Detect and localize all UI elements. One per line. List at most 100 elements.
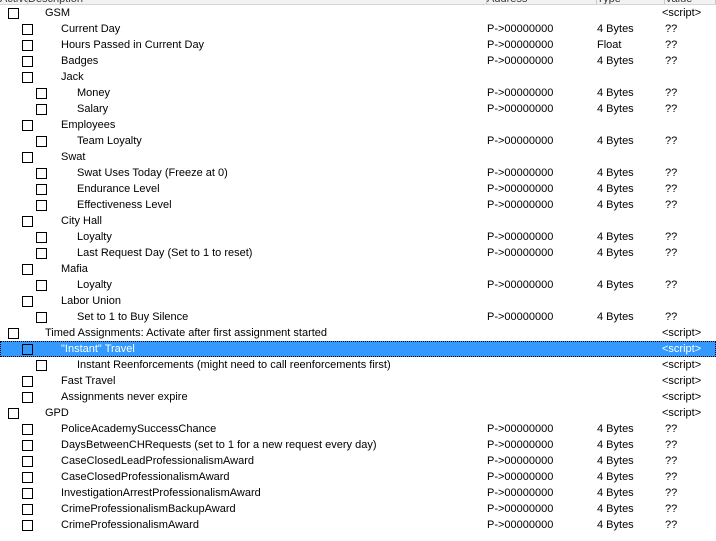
entry-address[interactable]: P->00000000	[487, 166, 553, 180]
entry-description[interactable]: Loyalty	[77, 278, 112, 292]
table-row[interactable]: Endurance Level P->00000000 4 Bytes??	[0, 181, 716, 197]
entry-description[interactable]: Timed Assignments: Activate after first …	[45, 326, 327, 340]
entry-type[interactable]: 4 Bytes	[597, 518, 634, 532]
table-row[interactable]: GSM <script>	[0, 5, 716, 21]
activate-checkbox[interactable]	[22, 216, 33, 227]
entry-value[interactable]: ??	[665, 54, 677, 68]
table-row[interactable]: Team Loyalty P->00000000 4 Bytes??	[0, 133, 716, 149]
table-row-selected[interactable]: "Instant" Travel <script>	[0, 341, 716, 357]
entry-address[interactable]: P->00000000	[487, 502, 553, 516]
table-row[interactable]: GPD <script>	[0, 405, 716, 421]
entry-description[interactable]: Jack	[61, 70, 84, 84]
entry-value[interactable]: ??	[665, 278, 677, 292]
entry-address[interactable]: P->00000000	[487, 198, 553, 212]
entry-type[interactable]: 4 Bytes	[597, 182, 634, 196]
activate-checkbox[interactable]	[8, 328, 19, 339]
activate-checkbox[interactable]	[22, 24, 33, 35]
activate-checkbox[interactable]	[36, 88, 47, 99]
table-row[interactable]: CrimeProfessionalismBackupAward P->000000…	[0, 501, 716, 517]
entry-address[interactable]: P->00000000	[487, 102, 553, 116]
activate-checkbox[interactable]	[22, 376, 33, 387]
entry-description[interactable]: GPD	[45, 406, 69, 420]
activate-checkbox[interactable]	[22, 344, 33, 355]
entry-description[interactable]: Effectiveness Level	[77, 198, 172, 212]
activate-checkbox[interactable]	[36, 136, 47, 147]
entry-address[interactable]: P->00000000	[487, 486, 553, 500]
activate-checkbox[interactable]	[36, 184, 47, 195]
entry-address[interactable]: P->00000000	[487, 182, 553, 196]
entry-address[interactable]: P->00000000	[487, 278, 553, 292]
entry-value[interactable]: ??	[665, 246, 677, 260]
entry-value[interactable]: ??	[665, 86, 677, 100]
entry-script-marker[interactable]: <script>	[662, 390, 701, 404]
table-row[interactable]: Swat	[0, 149, 716, 165]
table-row[interactable]: Loyalty P->00000000 4 Bytes??	[0, 229, 716, 245]
activate-checkbox[interactable]	[22, 72, 33, 83]
entry-address[interactable]: P->00000000	[487, 134, 553, 148]
entry-description[interactable]: Endurance Level	[77, 182, 160, 196]
entry-value[interactable]: ??	[665, 518, 677, 532]
table-row[interactable]: DaysBetweenCHRequests (set to 1 for a ne…	[0, 437, 716, 453]
entry-type[interactable]: 4 Bytes	[597, 470, 634, 484]
entry-script-marker[interactable]: <script>	[662, 406, 701, 420]
entry-type[interactable]: 4 Bytes	[597, 134, 634, 148]
entry-value[interactable]: ??	[665, 134, 677, 148]
entry-description[interactable]: Swat Uses Today (Freeze at 0)	[77, 166, 228, 180]
table-row[interactable]: Swat Uses Today (Freeze at 0) P->00000000…	[0, 165, 716, 181]
entry-description[interactable]: CaseClosedProfessionalismAward	[61, 470, 230, 484]
entry-type[interactable]: 4 Bytes	[597, 22, 634, 36]
activate-checkbox[interactable]	[22, 392, 33, 403]
entry-description[interactable]: Team Loyalty	[77, 134, 142, 148]
entry-value[interactable]: ??	[665, 166, 677, 180]
activate-checkbox[interactable]	[8, 408, 19, 419]
entry-type[interactable]: 4 Bytes	[597, 310, 634, 324]
table-row[interactable]: Fast Travel <script>	[0, 373, 716, 389]
entry-description[interactable]: Current Day	[61, 22, 120, 36]
activate-checkbox[interactable]	[8, 8, 19, 19]
entry-value[interactable]: ??	[665, 38, 677, 52]
entry-description[interactable]: Hours Passed in Current Day	[61, 38, 204, 52]
entry-address[interactable]: P->00000000	[487, 86, 553, 100]
entry-description[interactable]: Assignments never expire	[61, 390, 188, 404]
entry-script-marker[interactable]: <script>	[662, 342, 701, 356]
entry-description[interactable]: Labor Union	[61, 294, 121, 308]
entry-value[interactable]: ??	[665, 454, 677, 468]
entry-script-marker[interactable]: <script>	[662, 326, 701, 340]
entry-type[interactable]: 4 Bytes	[597, 278, 634, 292]
activate-checkbox[interactable]	[36, 104, 47, 115]
entry-description[interactable]: Salary	[77, 102, 108, 116]
entry-type[interactable]: 4 Bytes	[597, 54, 634, 68]
activate-checkbox[interactable]	[22, 472, 33, 483]
activate-checkbox[interactable]	[22, 120, 33, 131]
table-row[interactable]: Money P->00000000 4 Bytes??	[0, 85, 716, 101]
table-row[interactable]: Effectiveness Level P->00000000 4 Bytes??	[0, 197, 716, 213]
entry-type[interactable]: Float	[597, 38, 621, 52]
entry-description[interactable]: Badges	[61, 54, 98, 68]
entry-description[interactable]: City Hall	[61, 214, 102, 228]
entry-address[interactable]: P->00000000	[487, 54, 553, 68]
entry-type[interactable]: 4 Bytes	[597, 246, 634, 260]
table-row[interactable]: Last Request Day (Set to 1 to reset) P->0…	[0, 245, 716, 261]
activate-checkbox[interactable]	[22, 424, 33, 435]
entry-type[interactable]: 4 Bytes	[597, 438, 634, 452]
table-row[interactable]: Loyalty P->00000000 4 Bytes??	[0, 277, 716, 293]
entry-value[interactable]: ??	[665, 198, 677, 212]
entry-script-marker[interactable]: <script>	[662, 358, 701, 372]
entry-description[interactable]: GSM	[45, 6, 70, 20]
activate-checkbox[interactable]	[36, 168, 47, 179]
activate-checkbox[interactable]	[22, 296, 33, 307]
entry-description[interactable]: Money	[77, 86, 110, 100]
activate-checkbox[interactable]	[22, 264, 33, 275]
activate-checkbox[interactable]	[36, 312, 47, 323]
entry-value[interactable]: ??	[665, 310, 677, 324]
entry-description[interactable]: "Instant" Travel	[61, 342, 135, 356]
entry-value[interactable]: ??	[665, 486, 677, 500]
entry-description[interactable]: Instant Reenforcements (might need to ca…	[77, 358, 391, 372]
entry-type[interactable]: 4 Bytes	[597, 454, 634, 468]
table-row[interactable]: CrimeProfessionalismAward P->00000000 4 By…	[0, 517, 716, 533]
entry-address[interactable]: P->00000000	[487, 438, 553, 452]
entry-description[interactable]: Last Request Day (Set to 1 to reset)	[77, 246, 252, 260]
entry-value[interactable]: ??	[665, 182, 677, 196]
entry-description[interactable]: Fast Travel	[61, 374, 115, 388]
table-row[interactable]: Current Day P->00000000 4 Bytes??	[0, 21, 716, 37]
